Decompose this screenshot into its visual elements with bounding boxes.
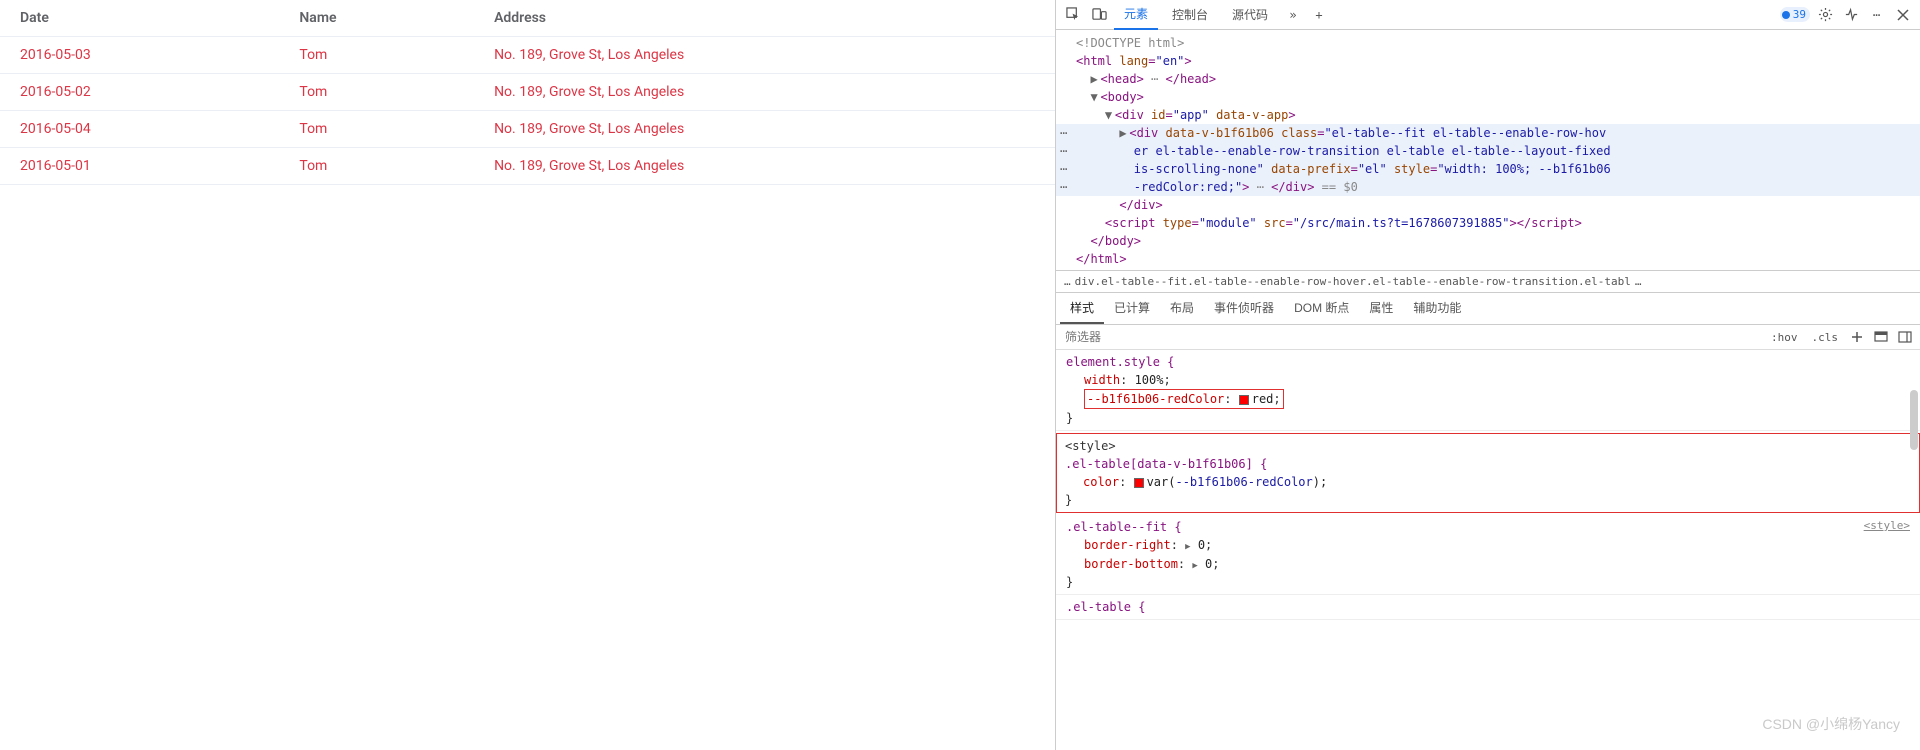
watermark: CSDN @小绵杨Yancy <box>1762 714 1900 734</box>
kebab-icon[interactable]: ⋯ <box>1866 4 1888 26</box>
tab-computed[interactable]: 已计算 <box>1104 293 1160 324</box>
tab-console[interactable]: 控制台 <box>1162 0 1218 29</box>
col-name: Name <box>279 0 474 37</box>
table-row[interactable]: 2016-05-01TomNo. 189, Grove St, Los Ange… <box>0 148 1055 185</box>
filter-bar: :hov .cls <box>1056 325 1920 350</box>
cell-date: 2016-05-01 <box>0 148 279 185</box>
color-swatch-icon[interactable] <box>1134 478 1144 488</box>
new-rule-icon[interactable] <box>1848 328 1866 346</box>
table-row[interactable]: 2016-05-02TomNo. 189, Grove St, Los Ange… <box>0 74 1055 111</box>
scrollbar[interactable] <box>1910 390 1918 450</box>
tab-elements[interactable]: 元素 <box>1114 0 1158 30</box>
tab-layout[interactable]: 布局 <box>1160 293 1204 324</box>
cell-name: Tom <box>279 37 474 74</box>
cell-name: Tom <box>279 148 474 185</box>
page-content: Date Name Address 2016-05-03TomNo. 189, … <box>0 0 1055 750</box>
tab-listeners[interactable]: 事件侦听器 <box>1204 293 1284 324</box>
device-icon[interactable] <box>1088 4 1110 26</box>
cell-address: No. 189, Grove St, Los Angeles <box>474 37 1055 74</box>
styles-tabs: 样式 已计算 布局 事件侦听器 DOM 断点 属性 辅助功能 <box>1056 293 1920 325</box>
inspect-icon[interactable] <box>1062 4 1084 26</box>
devtools-panel: 元素 控制台 源代码 » + 39 ⋯ <!DOCTYPE html> <htm… <box>1055 0 1920 750</box>
cell-address: No. 189, Grove St, Los Angeles <box>474 148 1055 185</box>
cell-name: Tom <box>279 74 474 111</box>
cell-address: No. 189, Grove St, Los Angeles <box>474 74 1055 111</box>
tab-props[interactable]: 属性 <box>1359 293 1403 324</box>
computed-panel-icon[interactable] <box>1872 328 1890 346</box>
tab-styles[interactable]: 样式 <box>1060 293 1104 324</box>
col-date: Date <box>0 0 279 37</box>
more-tabs-icon[interactable]: » <box>1282 4 1304 26</box>
breadcrumb[interactable]: … div.el-table--fit.el-table--enable-row… <box>1056 270 1920 293</box>
cls-button[interactable]: .cls <box>1808 329 1843 346</box>
cell-date: 2016-05-03 <box>0 37 279 74</box>
rule-el-table[interactable]: .el-table { <box>1056 595 1920 620</box>
devtools-tabs: 元素 控制台 源代码 » + 39 ⋯ <box>1056 0 1920 30</box>
rule-element-style[interactable]: element.style { width: 100%; --b1f61b06-… <box>1056 350 1920 431</box>
table-row[interactable]: 2016-05-03TomNo. 189, Grove St, Los Ange… <box>0 37 1055 74</box>
cell-name: Tom <box>279 111 474 148</box>
color-swatch-icon[interactable] <box>1239 395 1249 405</box>
hov-button[interactable]: :hov <box>1767 329 1802 346</box>
rule-el-table-fit[interactable]: <style> .el-table--fit { border-right: ▶… <box>1056 515 1920 595</box>
table-row[interactable]: 2016-05-04TomNo. 189, Grove St, Los Ange… <box>0 111 1055 148</box>
cell-address: No. 189, Grove St, Los Angeles <box>474 111 1055 148</box>
data-table: Date Name Address 2016-05-03TomNo. 189, … <box>0 0 1055 185</box>
rule-el-table-scoped[interactable]: <style> .el-table[data-v-b1f61b06] { col… <box>1056 433 1920 513</box>
cell-date: 2016-05-02 <box>0 74 279 111</box>
gear-icon[interactable] <box>1814 4 1836 26</box>
tab-sources[interactable]: 源代码 <box>1222 0 1278 29</box>
tab-a11y[interactable]: 辅助功能 <box>1403 293 1471 324</box>
plus-icon[interactable]: + <box>1308 4 1330 26</box>
col-address: Address <box>474 0 1055 37</box>
cell-date: 2016-05-04 <box>0 111 279 148</box>
filter-input[interactable] <box>1062 327 1761 347</box>
activity-icon[interactable] <box>1840 4 1862 26</box>
sidebar-toggle-icon[interactable] <box>1896 328 1914 346</box>
styles-panel[interactable]: element.style { width: 100%; --b1f61b06-… <box>1056 350 1920 620</box>
dom-tree[interactable]: <!DOCTYPE html> <html lang="en"> ▶<head>… <box>1056 30 1920 270</box>
issues-badge[interactable]: 39 <box>1780 7 1810 22</box>
close-icon[interactable] <box>1892 4 1914 26</box>
tab-dom-break[interactable]: DOM 断点 <box>1284 293 1359 324</box>
